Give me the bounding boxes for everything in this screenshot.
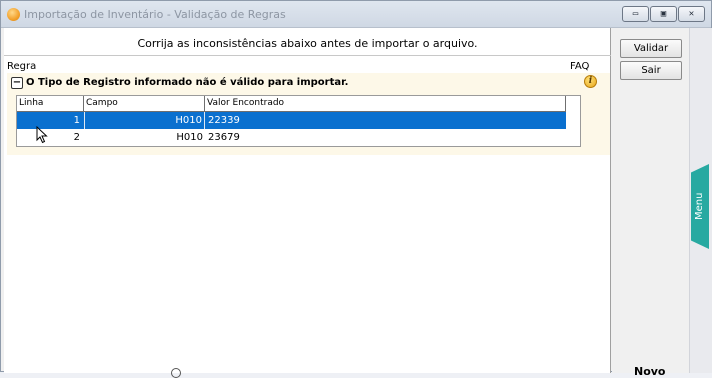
title-bar[interactable]: Importação de Inventário - Validação de … [1,1,711,28]
grid-header-valor[interactable]: Valor Encontrado [205,96,565,111]
regra-column-header: Regra [7,61,37,72]
cell-linha: 1 [73,115,80,126]
cell-linha: 2 [73,132,80,143]
radio-circle-icon[interactable] [171,368,181,378]
validar-button[interactable]: Validar [620,39,682,58]
grid-header-linha[interactable]: Linha [17,96,84,111]
divider [4,55,611,56]
minimize-button[interactable]: ▭ [622,6,649,22]
action-sidebar: Validar Sair [612,28,689,373]
faq-info-icon[interactable]: i [584,75,597,88]
close-button[interactable]: ✕ [678,6,705,22]
menu-label: Menu [694,192,705,221]
app-icon [7,8,20,21]
table-row[interactable]: 2 H010 23679 [17,129,566,146]
rule-title: O Tipo de Registro informado não é válid… [26,77,349,88]
menu-tab[interactable]: Menu [691,164,709,249]
cell-valor: 22339 [208,115,240,126]
grid-header: Linha Campo Valor Encontrado [17,96,566,112]
inconsistency-grid: Linha Campo Valor Encontrado 1 H010 2233… [16,95,581,147]
collapse-toggle[interactable]: − [11,77,23,89]
sair-button[interactable]: Sair [620,61,682,80]
instruction-text: Corrija as inconsistências abaixo antes … [137,37,478,50]
rules-panel: Corrija as inconsistências abaixo antes … [4,28,611,373]
maximize-button[interactable]: ▣ [650,6,677,22]
cell-campo: H010 [84,112,205,129]
table-row[interactable]: 1 H010 22339 [17,112,566,129]
validation-window: Importação de Inventário - Validação de … [0,0,712,378]
grid-header-campo[interactable]: Campo [84,96,205,111]
mouse-cursor-icon [36,126,48,144]
cell-campo: H010 [176,132,203,143]
window-title: Importação de Inventário - Validação de … [24,8,286,21]
faq-column-header: FAQ [570,61,590,72]
cell-valor: 23679 [208,132,240,143]
